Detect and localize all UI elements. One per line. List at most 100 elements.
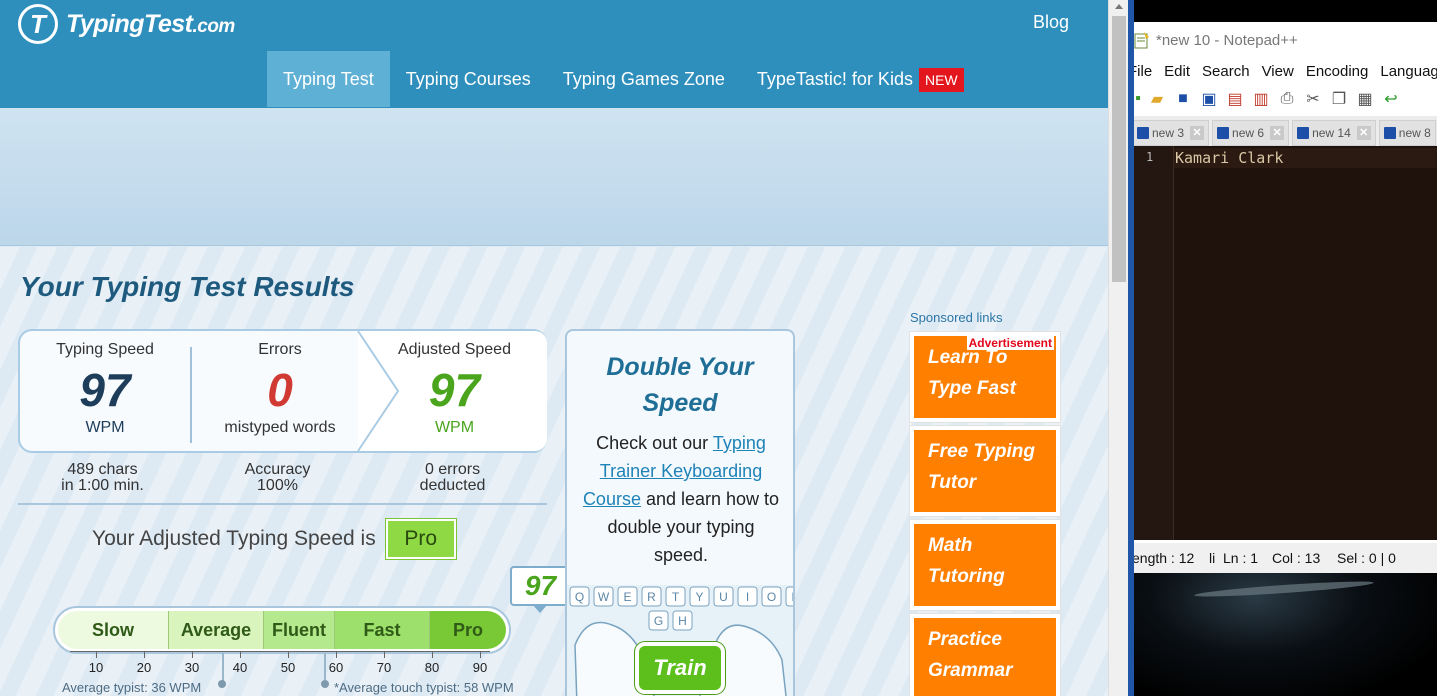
scale-tick-label: 10 (88, 660, 104, 675)
scale-tick-label: 20 (136, 660, 152, 675)
open-folder-icon[interactable]: ▰ (1146, 88, 1168, 110)
scale-tick (480, 651, 481, 658)
promo-title: Double Your Speed (567, 349, 793, 421)
scale-tick-label: 40 (232, 660, 248, 675)
touch-typist-dot (321, 680, 329, 688)
main-nav: Typing Test Typing Courses Typing Games … (267, 51, 980, 107)
typing-speed-stat: Typing Speed 97 WPM (40, 341, 170, 437)
scale-axis-line (70, 651, 490, 652)
banner-ad-area (0, 108, 1108, 246)
sponsored-link-learn-to-type-fast[interactable]: Advertisement Learn To Type Fast (910, 332, 1060, 422)
paste-icon[interactable]: ▦ (1354, 88, 1376, 110)
sponsored-link-text: Practice (928, 629, 1002, 650)
scale-segment-fast: Fast (335, 611, 430, 649)
menu-file[interactable]: File (1134, 60, 1152, 84)
npp-editor[interactable]: 1 Kamari Clark (1134, 146, 1437, 540)
undo-icon[interactable]: ↩ (1380, 88, 1402, 110)
tab-save-icon (1137, 127, 1149, 139)
nav-typing-test[interactable]: Typing Test (267, 51, 390, 107)
new-badge: NEW (918, 68, 964, 93)
status-selection: Sel : 0 | 0 (1337, 550, 1396, 566)
nav-typetastic-label: TypeTastic! for Kids (756, 69, 913, 89)
scale-tick (192, 651, 193, 658)
tab-new-8[interactable]: new 8 (1378, 120, 1436, 146)
scale-tick-label: 30 (184, 660, 200, 675)
browser-scrollbar[interactable] (1108, 0, 1128, 696)
result-panel: Typing Speed 97 WPM Errors 0 mistyped wo… (18, 329, 547, 453)
scroll-up-arrow-icon[interactable] (1115, 4, 1123, 9)
cut-icon[interactable]: ✂ (1302, 88, 1324, 110)
scale-tick (96, 651, 97, 658)
site-header: T TypingTest.com Blog Typing Test Typing… (0, 0, 1108, 108)
nav-typing-games-zone[interactable]: Typing Games Zone (547, 51, 741, 107)
tab-save-icon (1217, 127, 1230, 139)
advertisement-tag: Advertisement (966, 336, 1054, 350)
sponsored-link-free-typing-tutor[interactable]: Free Typing Tutor (910, 426, 1060, 516)
nav-typetastic-for-kids[interactable]: TypeTastic! for Kids NEW (741, 51, 980, 107)
speed-level-line: Your Adjusted Typing Speed is Pro (92, 519, 456, 559)
npp-menu-bar: File Edit Search View Encoding Language (1134, 60, 1437, 84)
scale-tick-label: 50 (280, 660, 296, 675)
nav-typing-courses[interactable]: Typing Courses (390, 51, 547, 107)
menu-language[interactable]: Language (1380, 60, 1437, 84)
tab-label: new 6 (1232, 126, 1265, 140)
scale-tick-label: 80 (424, 660, 440, 675)
tab-new-14[interactable]: new 14 ✕ (1292, 120, 1376, 146)
close-file-icon[interactable]: ▤ (1224, 88, 1246, 110)
blog-link[interactable]: Blog (1033, 12, 1069, 33)
keyboard-key-label: W (598, 590, 610, 604)
scale-tick (240, 651, 241, 658)
chars-count: 489 chars (67, 461, 138, 478)
average-typist-marker (222, 653, 224, 681)
sponsored-link-text: Type Fast (928, 378, 1016, 399)
sponsored-link-text: Math (928, 535, 973, 556)
sponsored-link-math-tutoring[interactable]: Math Tutoring (910, 520, 1060, 610)
save-all-icon[interactable]: ▣ (1198, 88, 1220, 110)
adjusted-speed-label: Adjusted Speed (398, 341, 511, 358)
editor-text[interactable]: Kamari Clark (1175, 149, 1283, 167)
average-typist-label: Average typist: 36 WPM (62, 680, 202, 695)
adjusted-speed-stat: Adjusted Speed 97 WPM (382, 341, 527, 437)
scale-tick-label: 90 (472, 660, 488, 675)
tab-close-icon[interactable]: ✕ (1190, 126, 1205, 140)
copy-icon[interactable]: ❐ (1328, 88, 1350, 110)
status-lines: li (1209, 550, 1216, 566)
sponsored-link-text: Grammar (928, 660, 1013, 681)
errors-deducted-count: 0 errors (424, 461, 481, 478)
accuracy-label: Accuracy (244, 461, 311, 478)
tab-close-icon[interactable]: ✕ (1356, 126, 1371, 140)
menu-view[interactable]: View (1262, 60, 1294, 84)
menu-edit[interactable]: Edit (1164, 60, 1190, 84)
site-logo[interactable]: T TypingTest.com (18, 4, 235, 44)
speed-level-text: Your Adjusted Typing Speed is (92, 527, 376, 550)
line-number: 1 (1146, 150, 1154, 164)
save-icon[interactable]: ■ (1172, 88, 1194, 110)
tab-new-3[interactable]: new 3 ✕ (1134, 120, 1210, 146)
scale-segment-average: Average (169, 611, 264, 649)
status-line-number: Ln : 1 (1223, 550, 1259, 566)
close-all-icon[interactable]: ▥ (1250, 88, 1272, 110)
scale-segment-pro: Pro (430, 611, 506, 649)
print-icon[interactable]: ⎙ (1276, 88, 1298, 110)
status-length: ength : 12 (1134, 550, 1195, 566)
scrollbar-thumb[interactable] (1112, 16, 1126, 282)
menu-search[interactable]: Search (1202, 60, 1250, 84)
double-speed-promo: Double Your Speed Check out our Typing T… (565, 329, 795, 696)
keyboard-key-label: I (746, 590, 749, 604)
tab-new-6[interactable]: new 6 ✕ (1212, 120, 1290, 146)
sponsored-link-text: Tutor (928, 472, 977, 493)
tab-save-icon (1383, 127, 1396, 139)
sponsored-link-practice-grammar[interactable]: Practice Grammar (910, 614, 1060, 696)
keyboard-key-label: G (654, 614, 663, 628)
keyboard-key-label: P (791, 590, 793, 604)
speed-level-badge: Pro (385, 519, 456, 559)
new-file-icon[interactable]: ▪ (1134, 88, 1142, 110)
npp-status-bar: ength : 12 li Ln : 1 Col : 13 Sel : 0 | … (1134, 543, 1437, 573)
logo-t-icon: T (18, 4, 58, 44)
menu-encoding[interactable]: Encoding (1306, 60, 1369, 84)
tab-save-icon (1297, 127, 1310, 139)
scale-tick (288, 651, 289, 658)
tab-close-icon[interactable]: ✕ (1270, 126, 1285, 140)
notepad-plus-plus-window: *new 10 - Notepad++ File Edit Search Vie… (1134, 0, 1437, 696)
train-button[interactable]: Train (635, 642, 725, 694)
